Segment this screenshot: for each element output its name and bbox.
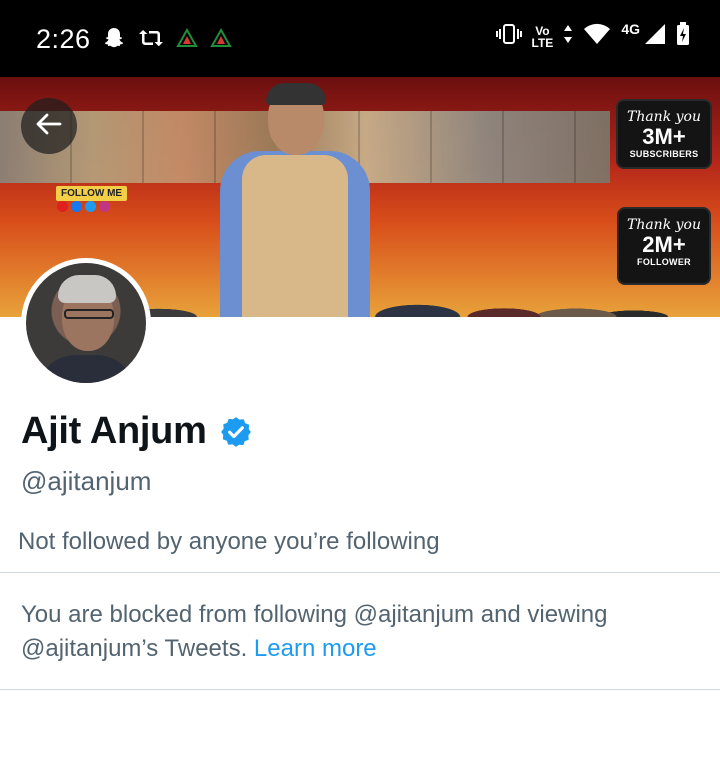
verified-badge-icon	[219, 415, 253, 449]
status-bar: 2:26 Vo LTE 4G	[0, 0, 720, 77]
profile-avatar[interactable]	[21, 258, 151, 388]
follow-me-label: FOLLOW ME	[56, 186, 128, 201]
youtube-label: SUBSCRIBERS	[629, 149, 699, 159]
banner-main-figure	[220, 83, 370, 317]
battery-charging-icon	[676, 22, 690, 51]
status-left-icons	[102, 26, 232, 55]
display-name-text: Ajit Anjum	[21, 410, 207, 452]
youtube-icon	[57, 201, 68, 212]
divider	[0, 689, 720, 690]
facebook-label: FOLLOWER	[637, 257, 691, 267]
avatar-photo	[26, 263, 146, 383]
followers-you-know-note: Not followed by anyone you’re following	[18, 528, 440, 555]
youtube-thank-text: Thank you	[626, 109, 701, 125]
signal-icon	[644, 23, 666, 50]
social-icons	[57, 201, 110, 212]
snapchat-icon	[102, 26, 126, 55]
blocked-notice: You are blocked from following @ajitanju…	[21, 598, 701, 666]
facebook-thank-text: Thank you	[626, 217, 701, 233]
facebook-followers-badge: Thank you 2M+ FOLLOWER	[617, 207, 711, 285]
retweet-icon	[138, 26, 164, 55]
facebook-icon	[71, 201, 82, 212]
status-right-icons: Vo LTE 4G	[495, 20, 690, 51]
status-time: 2:26	[36, 24, 91, 54]
lte-label: LTE	[531, 35, 554, 50]
app-triangle-icon-2	[210, 27, 232, 53]
instagram-icon	[99, 201, 110, 212]
volte-label: Vo	[535, 23, 550, 38]
app-triangle-icon-1	[176, 27, 198, 53]
volte-indicator: Vo LTE	[532, 25, 554, 49]
divider	[0, 572, 720, 573]
data-arrows-icon	[563, 24, 573, 49]
network-type-label: 4G	[621, 20, 640, 37]
learn-more-link[interactable]: Learn more	[254, 635, 377, 662]
youtube-count: 3M+	[642, 124, 686, 149]
profile-display-name: Ajit Anjum	[21, 410, 253, 453]
back-button[interactable]	[21, 98, 77, 154]
arrow-left-icon	[34, 109, 64, 144]
facebook-count: 2M+	[642, 232, 686, 257]
youtube-subscribers-badge: Thank you 3M+ SUBSCRIBERS	[616, 99, 712, 169]
profile-handle: @ajitanjum	[21, 466, 152, 496]
twitter-icon	[85, 201, 96, 212]
wifi-icon	[583, 23, 611, 50]
vibrate-icon	[495, 23, 522, 50]
